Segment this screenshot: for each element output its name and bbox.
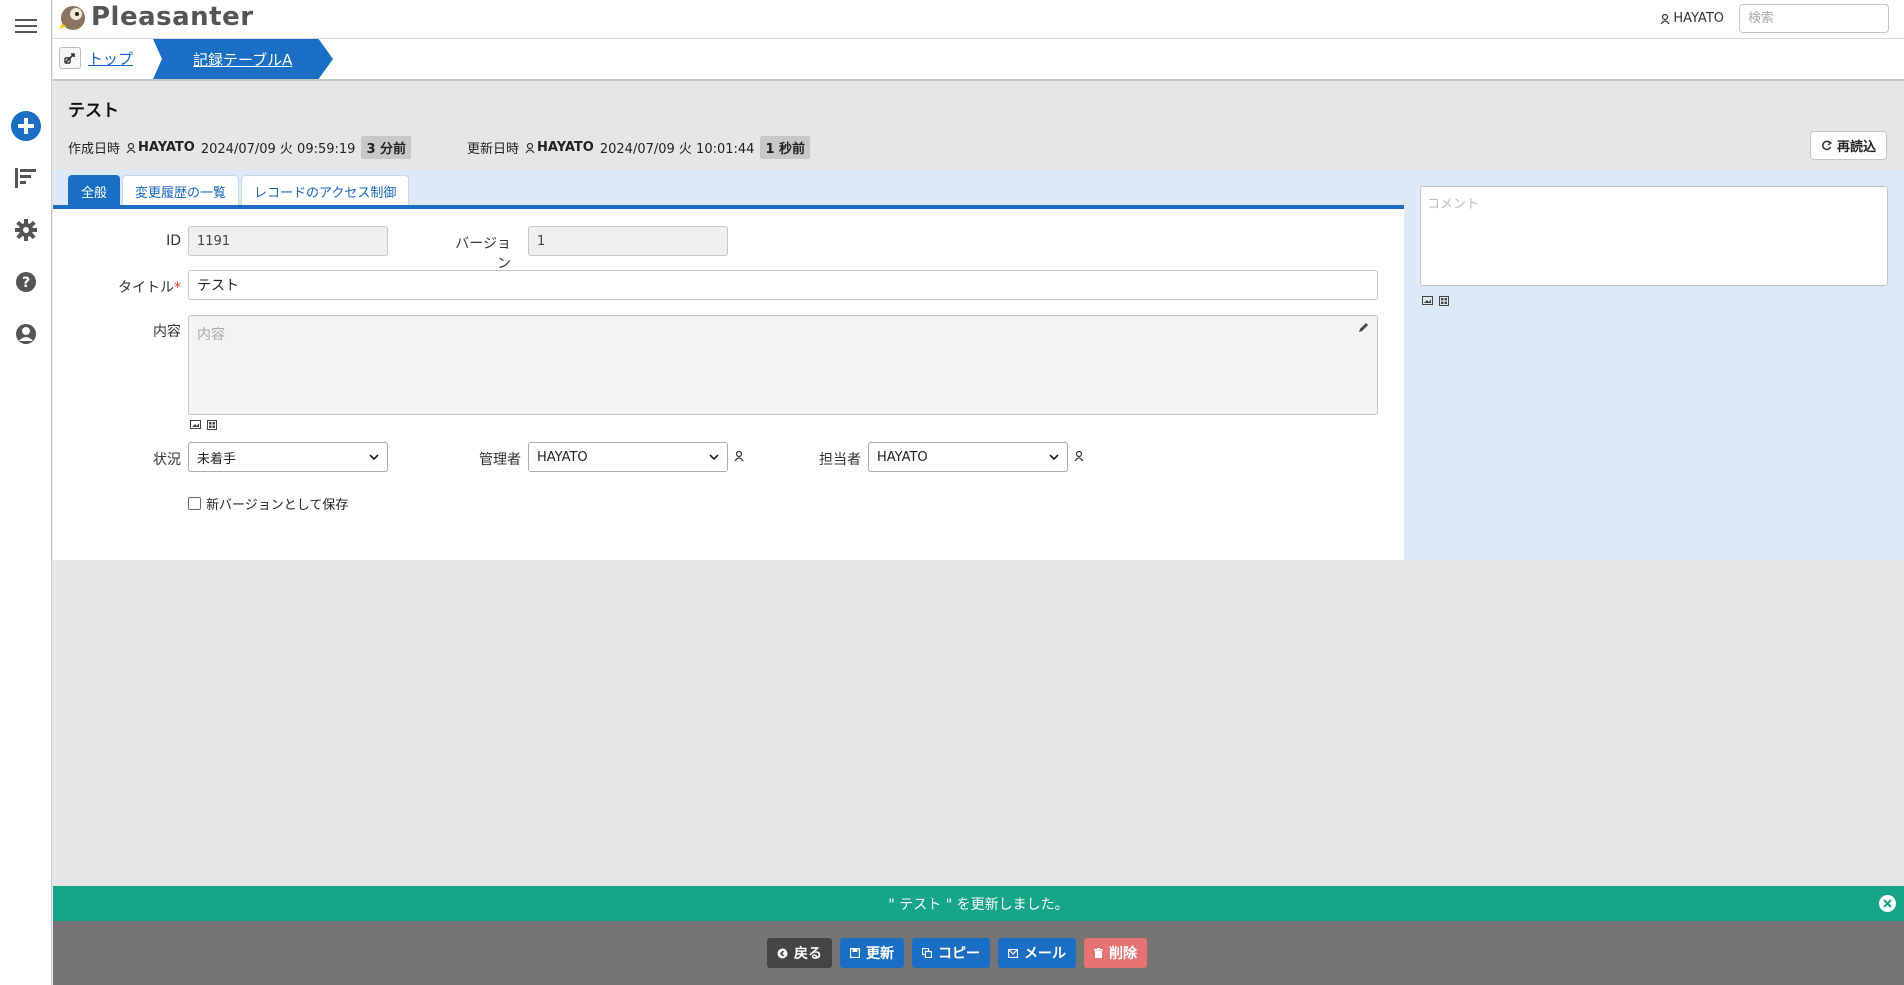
id-field: 1191 xyxy=(188,226,388,256)
help-icon[interactable]: ? xyxy=(0,262,52,302)
close-icon[interactable] xyxy=(1879,895,1896,912)
breadcrumb-current[interactable]: 記録テーブルA xyxy=(153,39,333,79)
status-value: 未着手 xyxy=(197,451,237,467)
title-input[interactable]: テスト xyxy=(188,270,1378,300)
edit-pencil-icon[interactable] xyxy=(1358,322,1369,333)
search-input[interactable] xyxy=(1739,4,1889,33)
action-buttons: 戻る 更新 コピー メール 削除 xyxy=(767,938,1147,968)
created-at: 2024/07/09 火 09:59:19 xyxy=(200,142,356,157)
body-placeholder: 内容 xyxy=(197,327,225,343)
owner-label: 担当者 xyxy=(819,452,861,468)
svg-text:?: ? xyxy=(22,275,30,291)
save-icon xyxy=(850,948,860,958)
breadcrumb: トップ 記録テーブルA xyxy=(53,39,1904,81)
image-icon[interactable] xyxy=(1422,296,1433,305)
tab-access-control[interactable]: レコードのアクセス制御 xyxy=(241,175,410,206)
copy-button[interactable]: コピー xyxy=(912,938,990,968)
back-icon xyxy=(777,948,788,958)
success-message: " テスト " を更新しました。 xyxy=(888,896,1069,913)
body-label: 内容 xyxy=(153,324,181,340)
chevron-down-icon xyxy=(1049,454,1059,460)
version-label: バージョン xyxy=(455,236,511,272)
title-label: タイトル* xyxy=(93,277,181,297)
comment-textarea[interactable]: コメント xyxy=(1420,186,1888,286)
breadcrumb-top[interactable]: トップ xyxy=(88,48,133,69)
sort-icon[interactable] xyxy=(0,158,52,198)
updated-user[interactable]: HAYATO xyxy=(537,140,594,155)
breadcrumb-current-label: 記録テーブルA xyxy=(193,51,293,69)
status-select[interactable]: 未着手 xyxy=(188,442,388,472)
person-icon[interactable] xyxy=(734,451,744,461)
update-button[interactable]: 更新 xyxy=(840,938,904,968)
comment-placeholder: コメント xyxy=(1427,197,1480,212)
person-icon[interactable] xyxy=(1074,451,1084,461)
tab-bar: 全般 変更履歴の一覧 レコードのアクセス制御 xyxy=(68,175,410,206)
update-label: 更新 xyxy=(866,946,894,962)
delete-button[interactable]: 削除 xyxy=(1084,938,1147,968)
owner-select[interactable]: HAYATO xyxy=(868,442,1068,472)
app-logo-text: Pleasanter xyxy=(91,2,254,32)
add-icon[interactable] xyxy=(0,106,52,146)
record-form: ID 1191 バージョン 1 タイトル* テスト 内容 内容 状況 未着手 管… xyxy=(53,209,1404,560)
trash-icon xyxy=(1094,948,1103,958)
tab-general[interactable]: 全般 xyxy=(68,175,121,206)
menu-icon[interactable] xyxy=(0,6,52,46)
copy-label: コピー xyxy=(938,946,980,962)
save-as-new-version[interactable]: 新バージョンとして保存 xyxy=(188,494,348,513)
updated-at: 2024/07/09 火 10:01:44 xyxy=(599,142,755,157)
body-tools xyxy=(190,420,217,430)
title-label-text: タイトル xyxy=(118,280,174,296)
chevron-down-icon xyxy=(709,454,719,460)
updated-ago-badge: 1 秒前 xyxy=(760,136,811,159)
copy-icon xyxy=(922,948,932,958)
created-meta: 作成日時 HAYATO 2024/07/09 火 09:59:19 3 分前 xyxy=(68,136,412,159)
reload-label: 再読込 xyxy=(1836,140,1876,155)
id-label: ID xyxy=(166,233,181,249)
required-mark: * xyxy=(174,280,181,296)
status-label: 状況 xyxy=(153,452,181,468)
mail-icon xyxy=(1008,948,1018,958)
save-as-new-checkbox[interactable] xyxy=(188,497,201,510)
app-logo[interactable]: Pleasanter xyxy=(59,2,254,32)
updated-meta: 更新日時 HAYATO 2024/07/09 火 10:01:44 1 秒前 xyxy=(467,136,811,159)
reload-icon xyxy=(1822,140,1832,151)
side-rail: ? xyxy=(0,0,52,985)
manager-select[interactable]: HAYATO xyxy=(528,442,728,472)
tab-history[interactable]: 変更履歴の一覧 xyxy=(122,175,240,206)
back-label: 戻る xyxy=(794,946,822,962)
current-user[interactable]: HAYATO xyxy=(1660,11,1724,26)
footer-toolbar: 戻る 更新 コピー メール 削除 xyxy=(53,921,1904,985)
manager-label: 管理者 xyxy=(479,452,521,468)
updated-label: 更新日時 xyxy=(467,142,520,157)
owner-value: HAYATO xyxy=(877,449,928,465)
image-icon[interactable] xyxy=(190,420,201,429)
link-icon[interactable] xyxy=(59,47,81,69)
mail-button[interactable]: メール xyxy=(998,938,1076,968)
user-icon[interactable] xyxy=(0,314,52,354)
current-user-name: HAYATO xyxy=(1673,11,1724,26)
comment-tools xyxy=(1422,296,1449,306)
chevron-down-icon xyxy=(369,454,379,460)
attach-file-icon[interactable] xyxy=(1439,296,1449,306)
gear-icon[interactable] xyxy=(0,210,52,250)
attach-file-icon[interactable] xyxy=(207,420,217,430)
created-label: 作成日時 xyxy=(68,142,121,157)
page-title: テスト xyxy=(68,101,119,121)
delete-label: 削除 xyxy=(1109,946,1137,962)
created-ago-badge: 3 分前 xyxy=(361,136,412,159)
body-textarea[interactable]: 内容 xyxy=(188,315,1378,415)
manager-value: HAYATO xyxy=(537,449,588,465)
pleasanter-logo-icon xyxy=(59,6,85,30)
back-button[interactable]: 戻る xyxy=(767,938,832,968)
save-as-new-label: 新バージョンとして保存 xyxy=(206,498,349,513)
mail-label: メール xyxy=(1024,946,1066,962)
person-icon xyxy=(525,142,535,153)
reload-button[interactable]: 再読込 xyxy=(1809,131,1887,160)
success-message-bar: " テスト " を更新しました。 xyxy=(53,886,1904,921)
top-header: Pleasanter HAYATO xyxy=(53,0,1904,39)
version-field: 1 xyxy=(528,226,728,256)
created-user[interactable]: HAYATO xyxy=(138,140,195,155)
person-icon xyxy=(126,142,136,153)
person-icon xyxy=(1660,13,1670,24)
